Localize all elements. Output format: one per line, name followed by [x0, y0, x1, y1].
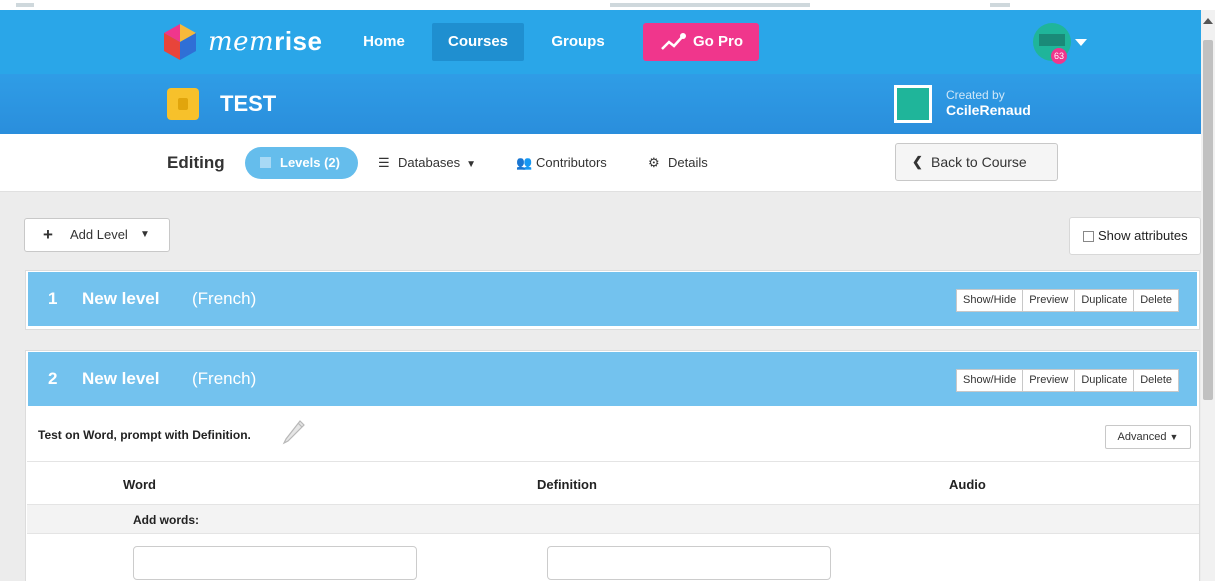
go-pro-label: Go Pro: [693, 33, 744, 50]
creator-avatar-image: [897, 88, 929, 120]
level-header[interactable]: 1 New level (French) Show/Hide Preview D…: [28, 272, 1197, 326]
add-level-label: Add Level: [70, 227, 128, 242]
tab-databases[interactable]: ☰ Databases ▼: [378, 147, 476, 179]
levels-icon: [260, 157, 271, 168]
checkbox-icon: [1083, 231, 1094, 242]
brand-name[interactable]: memrise: [208, 26, 322, 57]
tab-contributors-label: Contributors: [536, 155, 607, 170]
nav-groups[interactable]: Groups: [548, 23, 608, 61]
delete-button[interactable]: Delete: [1133, 369, 1179, 392]
preview-button[interactable]: Preview: [1022, 369, 1076, 392]
level-number: 2: [48, 369, 58, 388]
avatar-image: [1039, 34, 1065, 46]
brand-bold: rise: [274, 26, 323, 56]
tab-levels-label: Levels (2): [280, 155, 340, 170]
nav-courses[interactable]: Courses: [432, 23, 524, 61]
show-attributes-label: Show attributes: [1098, 228, 1188, 243]
scroll-up-icon[interactable]: [1203, 18, 1213, 24]
created-by-label: Created by: [946, 88, 1005, 102]
word-input[interactable]: [133, 546, 417, 580]
show-hide-button[interactable]: Show/Hide: [956, 369, 1024, 392]
level-language: (French): [192, 369, 257, 388]
trend-line-icon: [661, 33, 686, 50]
users-icon: 👥: [516, 155, 533, 170]
level-name[interactable]: New level: [82, 369, 160, 389]
add-words-label: Add words:: [133, 513, 199, 527]
scroll-thumb[interactable]: [1203, 40, 1213, 400]
tab-contributors[interactable]: 👥 Contributors: [516, 147, 607, 179]
show-attributes-checkbox[interactable]: Show attributes: [1069, 217, 1201, 255]
browser-top-strip: [0, 0, 1215, 10]
level-actions: Show/Hide Preview Duplicate Delete: [956, 289, 1179, 312]
nav-home[interactable]: Home: [360, 23, 408, 61]
user-menu-caret-icon[interactable]: [1075, 39, 1087, 46]
course-title[interactable]: TEST: [220, 91, 276, 117]
level-language: (French): [192, 289, 257, 308]
delete-button[interactable]: Delete: [1133, 289, 1179, 312]
editing-label: Editing: [167, 153, 225, 172]
test-description: Test on Word, prompt with Definition.: [38, 428, 251, 442]
advanced-label: Advanced: [1117, 431, 1167, 443]
back-to-course-button[interactable]: ❮ Back to Course: [895, 143, 1058, 181]
level-card: 1 New level (French) Show/Hide Preview D…: [25, 270, 1200, 330]
preview-button[interactable]: Preview: [1022, 289, 1076, 312]
level-actions: Show/Hide Preview Duplicate Delete: [956, 369, 1179, 392]
list-icon: ☰: [378, 155, 390, 170]
back-to-course-label: Back to Course: [931, 154, 1027, 170]
definition-input[interactable]: [547, 546, 831, 580]
words-table: Word Definition Audio Add words:: [27, 461, 1199, 581]
chevron-down-icon: ▼: [1169, 432, 1179, 442]
creator-name[interactable]: CcileRenaud: [946, 102, 1031, 118]
tab-details[interactable]: ⚙ Details: [648, 147, 708, 179]
level-name[interactable]: New level: [82, 289, 160, 309]
pencil-icon[interactable]: [280, 417, 308, 445]
course-header: TEST Created by CcileRenaud: [0, 74, 1201, 134]
editing-toolbar: Editing Levels (2) ☰ Databases ▼ 👥 Contribu…: [0, 134, 1201, 192]
chevron-left-icon: ❮: [912, 154, 923, 169]
column-header-definition: Definition: [537, 477, 597, 492]
duplicate-button[interactable]: Duplicate: [1074, 369, 1135, 392]
go-pro-button[interactable]: Go Pro: [643, 23, 759, 61]
tab-levels[interactable]: Levels (2): [245, 147, 358, 179]
show-hide-button[interactable]: Show/Hide: [956, 289, 1024, 312]
creator-avatar[interactable]: [894, 85, 932, 123]
strip-segment: [610, 3, 810, 7]
memrise-logo-icon[interactable]: [160, 22, 200, 62]
level-card: 2 New level (French) Show/Hide Preview D…: [25, 350, 1200, 581]
course-icon-inner: [178, 98, 188, 110]
add-level-button[interactable]: + Add Level ▼: [24, 218, 170, 252]
column-header-word: Word: [123, 477, 156, 492]
level-header[interactable]: 2 New level (French) Show/Hide Preview D…: [28, 352, 1197, 406]
level-number: 1: [48, 289, 58, 308]
plus-icon: +: [43, 225, 53, 244]
duplicate-button[interactable]: Duplicate: [1074, 289, 1135, 312]
page-scrollbar[interactable]: [1201, 10, 1215, 581]
add-words-row: Add words:: [27, 504, 1199, 534]
chevron-down-icon: ▼: [466, 159, 477, 170]
brand-light: mem: [208, 27, 275, 57]
chevron-down-icon: ▼: [140, 229, 150, 240]
advanced-button[interactable]: Advanced ▼: [1105, 425, 1191, 449]
tab-details-label: Details: [668, 155, 708, 170]
column-header-audio: Audio: [949, 477, 986, 492]
strip-segment: [16, 3, 34, 7]
gear-icon: ⚙: [648, 155, 660, 170]
tab-databases-label: Databases: [398, 155, 461, 170]
notification-badge: 63: [1051, 48, 1067, 64]
course-icon: [167, 88, 199, 120]
main-navbar: memrise Home Courses Groups Go Pro 63: [0, 10, 1201, 74]
strip-segment: [990, 3, 1010, 7]
